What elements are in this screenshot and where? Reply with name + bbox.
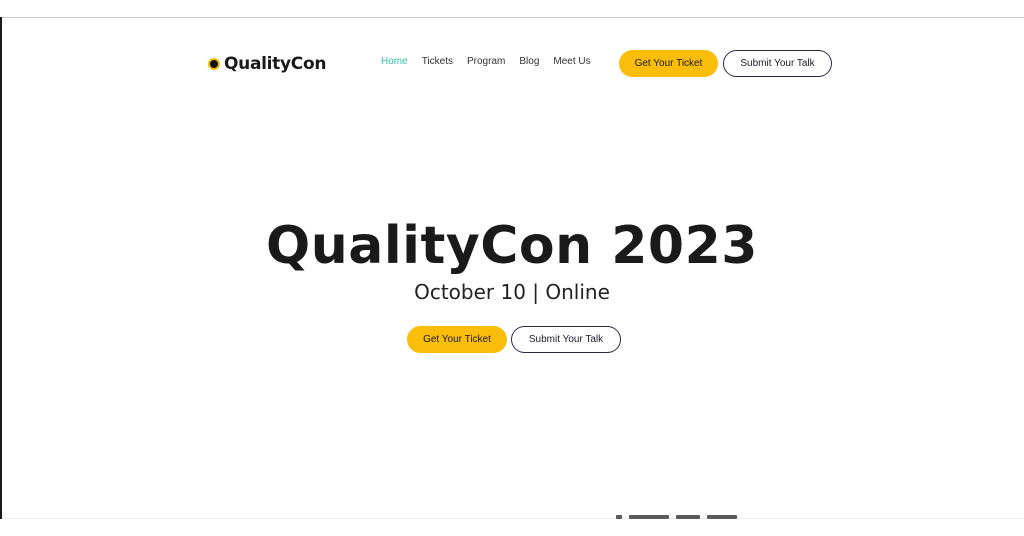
nav-tickets[interactable]: Tickets [422,56,453,67]
hero-title: QualityCon 2023 [266,216,758,276]
nav-home[interactable]: Home [381,56,408,67]
header-get-ticket-button[interactable]: Get Your Ticket [619,50,718,77]
next-section-heading-peek [616,515,770,519]
hero-submit-talk-button[interactable]: Submit Your Talk [511,326,621,353]
nav-blog[interactable]: Blog [519,56,539,67]
peek-mark [629,515,669,519]
top-divider [0,17,1024,18]
hero-get-ticket-button[interactable]: Get Your Ticket [407,326,507,353]
brand-name: QualityCon [224,54,327,74]
logo-dot-icon [208,58,220,70]
peek-mark [616,515,622,519]
nav-meet-us[interactable]: Meet Us [553,56,590,67]
main-nav: Home Tickets Program Blog Meet Us [381,56,591,67]
nav-program[interactable]: Program [467,56,505,67]
header-submit-talk-button[interactable]: Submit Your Talk [723,50,832,77]
peek-mark [676,515,700,519]
peek-mark [707,515,737,519]
bottom-divider [2,518,1024,519]
brand-logo[interactable]: QualityCon [208,52,326,76]
hero-subtitle: October 10 | Online [414,280,610,304]
page: QualityCon Home Tickets Program Blog Mee… [0,0,1024,536]
